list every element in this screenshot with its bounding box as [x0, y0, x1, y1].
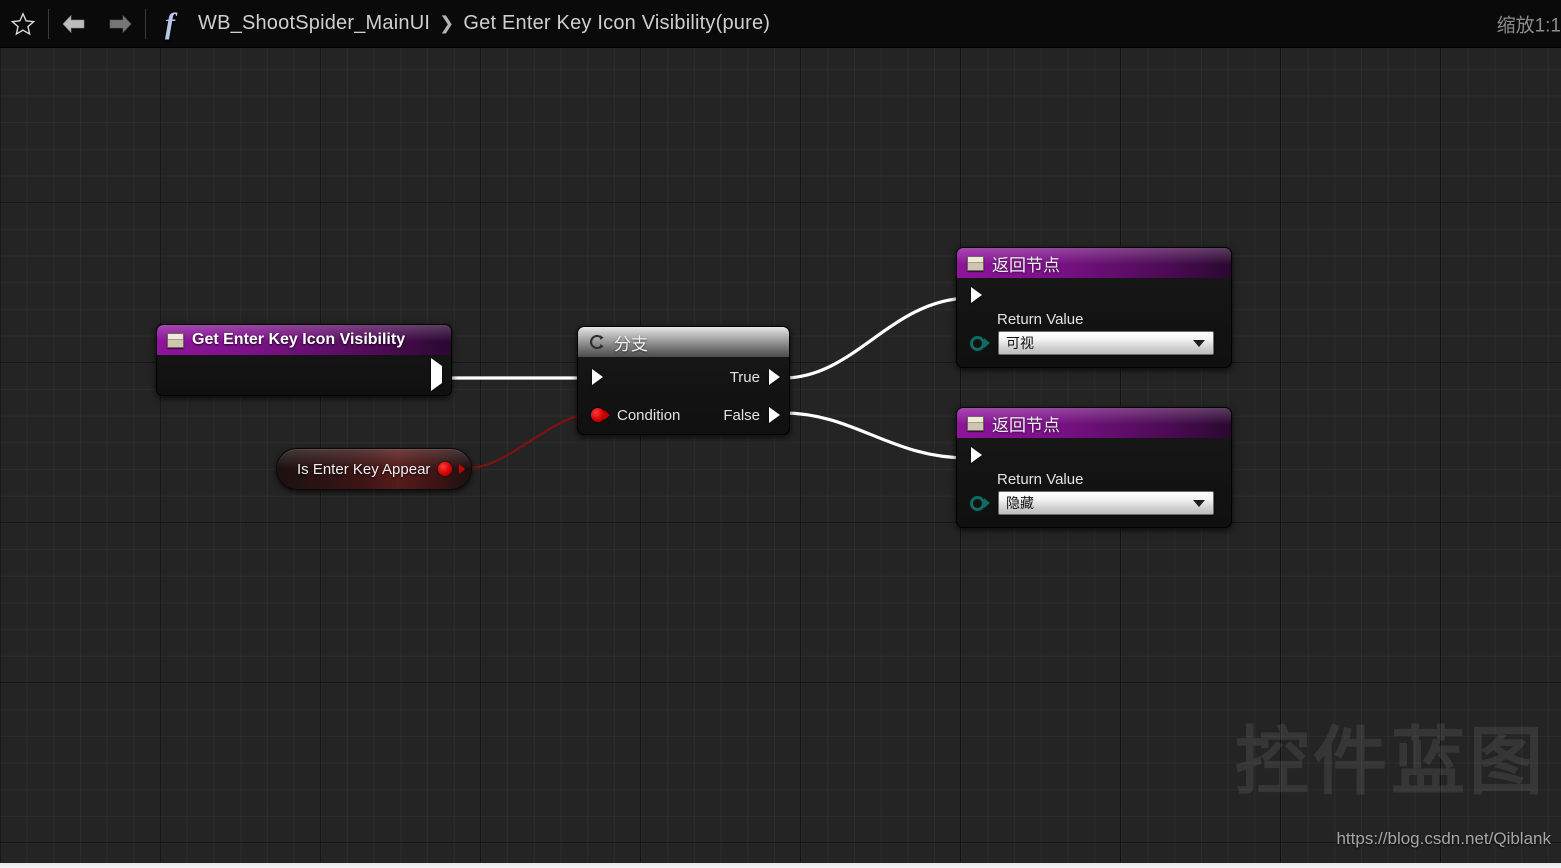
- branch-node-title: 分支: [614, 334, 648, 354]
- return-node-1-enum-pin[interactable]: [970, 335, 985, 351]
- navigate-forward-button[interactable]: [97, 0, 143, 48]
- branch-condition-arrow-icon: [604, 410, 610, 420]
- branch-condition-label: Condition: [617, 406, 681, 424]
- branch-exec-in-pin[interactable]: [592, 369, 603, 385]
- toolbar-divider-1: [48, 8, 49, 39]
- return-node-2-header: 返回节点: [957, 408, 1231, 438]
- arrow-right-icon: [109, 14, 132, 33]
- zoom-level-label: 缩放1:1: [1496, 15, 1561, 36]
- return-node-2-dropdown-value: 隐藏: [1006, 495, 1034, 511]
- node-branch[interactable]: 分支 True Condition False: [577, 326, 790, 435]
- branch-icon: [588, 333, 606, 351]
- return-node-2-exec-in-pin[interactable]: [971, 446, 982, 463]
- node-function-result-2[interactable]: 返回节点 Return Value 隐藏: [956, 407, 1232, 528]
- chevron-down-icon: [1193, 499, 1205, 507]
- favorite-star-button[interactable]: [0, 0, 46, 48]
- navigate-back-button[interactable]: [51, 0, 97, 48]
- return-node-1-header: 返回节点: [957, 248, 1231, 278]
- return-node-1-title: 返回节点: [992, 255, 1060, 275]
- breadcrumb-root[interactable]: WB_ShootSpider_MainUI: [198, 12, 430, 35]
- variable-bool-out-pin[interactable]: [438, 462, 453, 476]
- branch-false-exec-pin[interactable]: [769, 407, 780, 423]
- entry-node-header: Get Enter Key Icon Visibility: [157, 325, 451, 355]
- connection-wires: [447, 296, 969, 470]
- wire-true-to-return-1: [782, 296, 969, 380]
- function-result-icon: [967, 415, 984, 431]
- breadcrumb-current[interactable]: Get Enter Key Icon Visibility(pure): [463, 12, 770, 35]
- node-function-entry[interactable]: Get Enter Key Icon Visibility: [156, 324, 452, 396]
- entry-node-title: Get Enter Key Icon Visibility: [192, 331, 406, 348]
- node-variable-is-enter-key-appear[interactable]: Is Enter Key Appear: [276, 448, 472, 490]
- return-node-1-enum-arrow-icon: [984, 338, 990, 348]
- breadcrumb: WB_ShootSpider_MainUI ❯ Get Enter Key Ic…: [198, 12, 770, 35]
- node-function-result-1[interactable]: 返回节点 Return Value 可视: [956, 247, 1232, 368]
- chevron-down-icon: [1193, 339, 1205, 347]
- bottom-edge-strip: [0, 863, 1561, 868]
- chevron-right-icon: ❯: [439, 13, 455, 33]
- arrow-left-icon: [62, 14, 85, 33]
- branch-node-header: 分支: [578, 327, 789, 357]
- branch-true-exec-pin[interactable]: [769, 369, 780, 385]
- return-node-1-visibility-dropdown[interactable]: 可视: [998, 331, 1214, 355]
- return-node-2-title: 返回节点: [992, 415, 1060, 435]
- return-node-1-exec-in-pin[interactable]: [971, 286, 982, 303]
- entry-exec-out-pin[interactable]: [431, 358, 442, 391]
- return-node-2-enum-arrow-icon: [984, 498, 990, 508]
- blueprint-editor-window: f WB_ShootSpider_MainUI ❯ Get Enter Key …: [0, 0, 1561, 868]
- return-node-2-value-label: Return Value: [997, 471, 1084, 488]
- return-node-1-value-label: Return Value: [997, 311, 1084, 328]
- return-node-2-visibility-dropdown[interactable]: 隐藏: [998, 491, 1214, 515]
- graph-toolbar: f WB_ShootSpider_MainUI ❯ Get Enter Key …: [0, 0, 1561, 48]
- function-entry-icon: [167, 332, 184, 348]
- branch-true-label: True: [729, 368, 760, 386]
- toolbar-divider-2: [145, 8, 146, 39]
- wire-condition-bool: [469, 410, 593, 470]
- function-fx-icon: f: [165, 6, 175, 40]
- variable-bool-out-arrow-icon: [459, 464, 466, 474]
- variable-node-label: Is Enter Key Appear: [297, 460, 431, 478]
- branch-false-label: False: [723, 406, 760, 424]
- branch-condition-pin[interactable]: [591, 408, 605, 422]
- graph-canvas[interactable]: Get Enter Key Icon Visibility Is Enter K…: [0, 48, 1561, 863]
- wire-false-to-return-2: [782, 411, 969, 460]
- star-icon: [10, 11, 36, 35]
- return-node-1-dropdown-value: 可视: [1006, 335, 1034, 351]
- return-node-2-enum-pin[interactable]: [970, 495, 985, 511]
- function-result-icon: [967, 255, 984, 271]
